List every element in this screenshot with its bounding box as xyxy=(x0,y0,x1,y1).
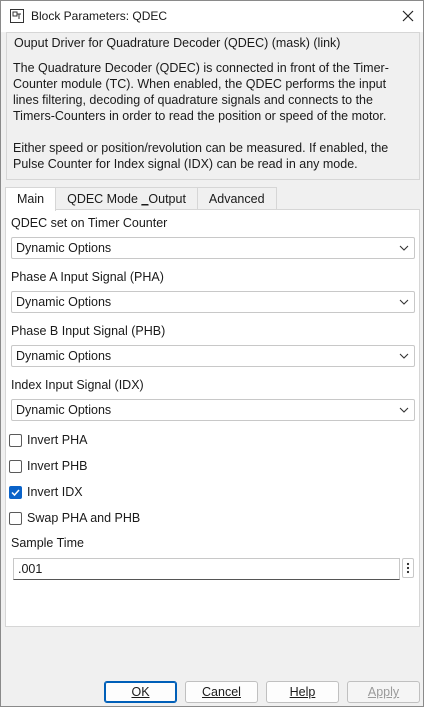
description-line: lines filtering, decoding of quadrature … xyxy=(13,93,373,107)
checkbox-box xyxy=(9,485,22,499)
invert-phb-checkbox[interactable]: Invert PHB xyxy=(9,458,87,474)
checkbox-box xyxy=(9,511,22,525)
swap-pha-phb-checkbox[interactable]: Swap PHA and PHB xyxy=(9,510,140,526)
description-line: Pulse Counter for Index signal (IDX) can… xyxy=(13,157,358,171)
idx-select[interactable]: Dynamic Options xyxy=(11,399,415,421)
chevron-down-icon xyxy=(399,245,409,251)
phb-label: Phase B Input Signal (PHB) xyxy=(11,324,166,338)
title-bar: Block Parameters: QDEC xyxy=(1,1,423,32)
chevron-down-icon xyxy=(399,299,409,305)
sample-time-input[interactable]: .001 xyxy=(13,558,400,580)
tab-qdec-mode-output[interactable]: QDEC Mode _Output xyxy=(55,187,198,210)
description-line: Counter module (TC). When enabled, the Q… xyxy=(13,77,387,91)
close-icon xyxy=(402,10,414,22)
chevron-down-icon xyxy=(399,407,409,413)
description-line: Timers-Counters in order to read the pos… xyxy=(13,109,387,123)
main-tab-panel: QDEC set on Timer Counter Dynamic Option… xyxy=(5,209,420,627)
invert-idx-checkbox[interactable]: Invert IDX xyxy=(9,484,83,500)
description-line: The Quadrature Decoder (QDEC) is connect… xyxy=(13,61,389,75)
invert-pha-checkbox[interactable]: Invert PHA xyxy=(9,432,87,448)
close-button[interactable] xyxy=(393,1,423,31)
ok-button[interactable]: OK xyxy=(104,681,177,703)
tab-bar: Main QDEC Mode _Output Advanced xyxy=(5,187,277,211)
description-line: Either speed or position/revolution can … xyxy=(13,141,389,155)
sample-time-label: Sample Time xyxy=(11,536,84,550)
timer-counter-label: QDEC set on Timer Counter xyxy=(11,216,168,230)
pha-label: Phase A Input Signal (PHA) xyxy=(11,270,164,284)
block-parameters-dialog: Block Parameters: QDEC Ouput Driver for … xyxy=(0,0,424,707)
checkbox-box xyxy=(9,433,22,447)
vertical-ellipsis-icon xyxy=(406,562,410,574)
more-options-button[interactable] xyxy=(402,558,414,578)
description-text: The Quadrature Decoder (QDEC) is connect… xyxy=(13,60,413,172)
block-icon xyxy=(10,9,24,23)
apply-button[interactable]: Apply xyxy=(347,681,420,703)
description-group: Ouput Driver for Quadrature Decoder (QDE… xyxy=(6,32,420,180)
help-button[interactable]: Help xyxy=(266,681,339,703)
tab-advanced[interactable]: Advanced xyxy=(196,187,277,210)
tab-main[interactable]: Main xyxy=(5,187,57,211)
checkmark-icon xyxy=(11,488,20,496)
chevron-down-icon xyxy=(399,353,409,359)
pha-select[interactable]: Dynamic Options xyxy=(11,291,415,313)
checkbox-box xyxy=(9,459,22,473)
description-header: Ouput Driver for Quadrature Decoder (QDE… xyxy=(14,36,341,50)
cancel-button[interactable]: Cancel xyxy=(185,681,258,703)
timer-counter-select[interactable]: Dynamic Options xyxy=(11,237,415,259)
idx-label: Index Input Signal (IDX) xyxy=(11,378,144,392)
phb-select[interactable]: Dynamic Options xyxy=(11,345,415,367)
window-title: Block Parameters: QDEC xyxy=(31,9,168,23)
